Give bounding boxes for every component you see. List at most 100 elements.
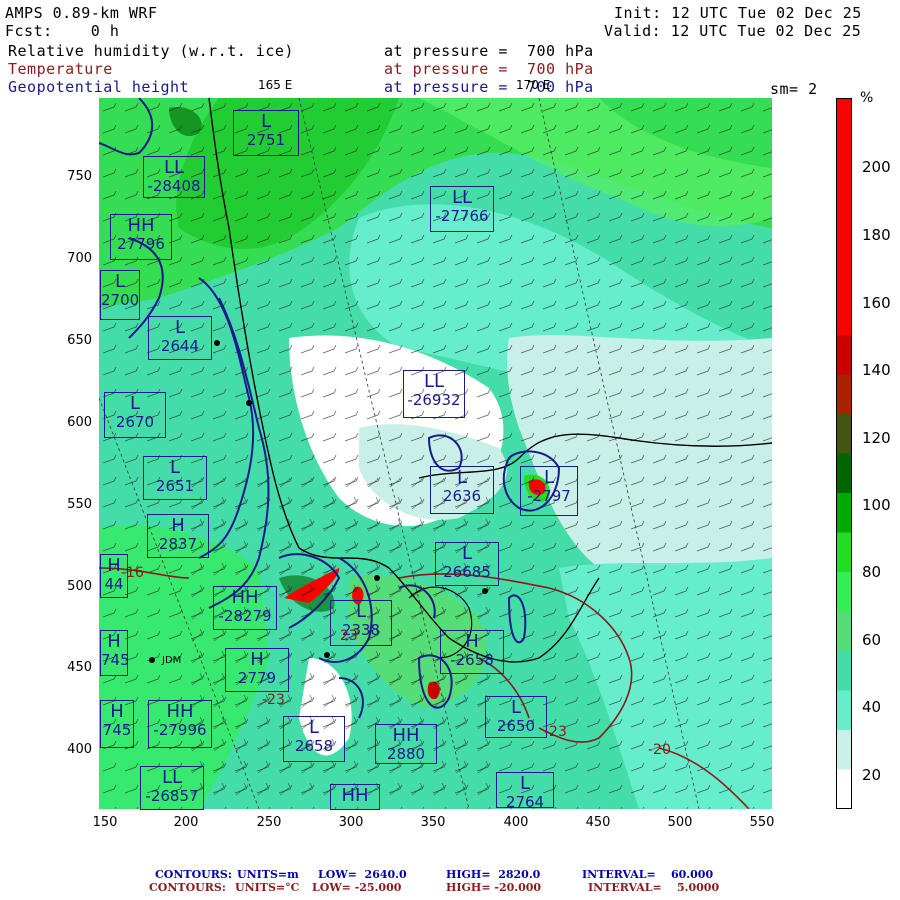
colorbar-tick-label: 180: [862, 226, 891, 244]
pressure-letter: H: [110, 701, 124, 722]
colorbar-tick-label: 160: [862, 294, 891, 312]
pressure-letter: HH: [166, 701, 194, 722]
low-pressure-label: L 26685: [435, 542, 499, 586]
temp-label-neg20: -20: [648, 742, 671, 758]
x-tick-label: 350: [420, 815, 446, 830]
pressure-letter: H: [250, 649, 264, 670]
colorbar-segment: [836, 769, 852, 809]
colorbar-segment: [836, 177, 852, 217]
pressure-value: 2670: [115, 413, 155, 431]
high-pressure-label: H 2779: [225, 648, 289, 692]
colorbar-tick-label: 100: [862, 496, 891, 514]
pressure-letter: L: [308, 717, 320, 738]
pressure-value: -26857: [145, 787, 199, 805]
pressure-value: -2797: [527, 487, 571, 505]
high-pressure-label: HH 2880: [375, 724, 437, 764]
y-tick-label: 600: [67, 415, 92, 430]
colorbar-tick-label: 80: [862, 563, 882, 581]
colorbar-segment: [836, 690, 852, 731]
pressure-letter: L: [510, 697, 522, 718]
pressure-letter: L: [114, 271, 126, 292]
field1-name: Relative humidity (w.r.t. ice): [8, 42, 294, 60]
pressure-letter: H: [171, 515, 185, 536]
init-time: Init: 12 UTC Tue 02 Dec 25: [614, 4, 862, 22]
field3-level: at pressure = 700 hPa: [384, 78, 594, 96]
low-pressure-label: LL -27766: [430, 186, 494, 232]
pressure-value: 2700: [101, 291, 140, 309]
colorbar-tick-label: 120: [862, 429, 891, 447]
pressure-letter: LL: [161, 767, 183, 788]
x-tick-label: 500: [667, 815, 693, 830]
pressure-value: 2651: [155, 477, 195, 495]
footer-height-label: CONTOURS:: [155, 868, 232, 881]
low-pressure-label: LL -26932: [403, 370, 465, 418]
colorbar-segment: [836, 256, 852, 296]
pressure-value: -28408: [147, 177, 201, 195]
pressure-letter: L: [519, 773, 531, 794]
colorbar-tick-label: 200: [862, 158, 891, 176]
pressure-letter: L: [456, 467, 468, 488]
x-tick-label: 450: [585, 815, 611, 830]
pressure-letter: LL: [163, 157, 185, 178]
low-pressure-label: L 2636: [430, 466, 494, 514]
x-tick-label: 550: [749, 815, 775, 830]
y-tick-label: 400: [67, 742, 92, 757]
footer-temp-interval: INTERVAL= 5.0000: [588, 881, 720, 894]
low-pressure-label: L 2764: [496, 772, 554, 808]
y-tick-label: 450: [67, 660, 92, 675]
colorbar-segment: [836, 453, 852, 494]
x-tick-label: 150: [92, 815, 118, 830]
station-label-jdm: JDM: [162, 655, 182, 666]
pressure-letter: HH: [127, 215, 155, 236]
colorbar-segment: [836, 98, 852, 138]
high-pressure-label: HH -28279: [213, 586, 277, 630]
pressure-letter: L: [355, 601, 367, 622]
low-pressure-label: L 2644: [148, 316, 212, 360]
y-tick-label: 750: [67, 169, 92, 184]
temp-label-neg16: -16: [121, 565, 144, 581]
footer-height-units: UNITS=m: [237, 868, 299, 881]
field2-name: Temperature: [8, 60, 113, 78]
high-pressure-label: HH -27996: [148, 700, 212, 748]
low-pressure-label: L 2700: [100, 270, 140, 320]
footer-height-interval: INTERVAL= 60.000: [582, 868, 714, 881]
pressure-letter: L: [260, 111, 272, 132]
x-tick-label: 400: [503, 815, 529, 830]
x-tick-label: 200: [173, 815, 199, 830]
low-pressure-label: L 2651: [143, 456, 207, 500]
colorbar-segment: [836, 611, 852, 652]
valid-time: Valid: 12 UTC Tue 02 Dec 25: [604, 22, 862, 40]
high-pressure-label: H 745: [100, 700, 134, 748]
colorbar-segment: [836, 572, 852, 612]
pressure-letter: L: [169, 457, 181, 478]
footer-temp-label: CONTOURS:: [149, 881, 226, 894]
longitude-label-165e: 165 E: [258, 78, 293, 92]
forecast-hour: Fcst: 0 h: [5, 22, 120, 40]
high-pressure-label: H 745: [100, 630, 128, 676]
pressure-value: 2779: [237, 669, 277, 687]
low-pressure-label: L 2670: [104, 392, 166, 438]
pressure-letter: H: [107, 631, 121, 652]
pressure-value: 2751: [246, 131, 286, 149]
high-pressure-label: H -2658: [440, 630, 504, 674]
pressure-value: 745: [101, 651, 128, 669]
colorbar: [836, 98, 852, 809]
colorbar-segment: [836, 493, 852, 533]
pressure-value: 2636: [442, 487, 482, 505]
pressure-value: 2837: [158, 535, 198, 553]
colorbar-segment: [836, 137, 852, 178]
pressure-value: 26685: [443, 563, 491, 581]
pressure-letter: L: [174, 317, 186, 338]
low-pressure-label: L -2797: [520, 466, 578, 516]
x-tick-label: 300: [338, 815, 364, 830]
colorbar-segment: [836, 295, 852, 336]
pressure-value: -28279: [218, 607, 272, 625]
pressure-letter: L: [543, 467, 555, 488]
colorbar-segment: [836, 414, 852, 454]
high-pressure-label: HH: [330, 784, 380, 810]
pressure-letter: HH: [231, 587, 259, 608]
pressure-value: 27796: [117, 235, 165, 253]
pressure-value: 2650: [496, 717, 536, 735]
footer-height-low: LOW= 2640.0: [318, 868, 407, 881]
colorbar-segment: [836, 216, 852, 257]
